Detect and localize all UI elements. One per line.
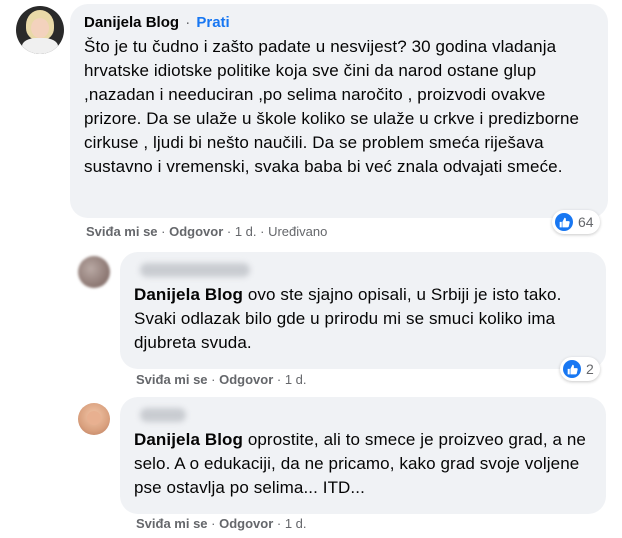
- blurred-author-name: [140, 408, 186, 422]
- main-comment-reactions[interactable]: 64: [552, 210, 600, 234]
- reaction-count: 64: [578, 214, 594, 230]
- like-action[interactable]: Sviđa mi se: [86, 224, 158, 239]
- avatar-face: [87, 411, 101, 425]
- reply-text: Danijela Blog ovo ste sjajno opisali, u …: [134, 283, 592, 355]
- main-comment-bubble: Danijela Blog · Prati Što je tu čudno i …: [70, 4, 608, 218]
- avatar-body: [22, 38, 58, 54]
- like-thumb-icon: [563, 360, 581, 378]
- reply-avatar[interactable]: [78, 256, 110, 288]
- reply-action[interactable]: Odgovor: [219, 516, 273, 531]
- main-comment-text: Što je tu čudno i zašto padate u nesvije…: [84, 37, 580, 176]
- meta-separator: ·: [207, 516, 220, 531]
- blurred-author-name: [140, 263, 250, 277]
- reply-bubble: Danijela Blog oprostite, ali to smece je…: [120, 397, 606, 514]
- main-comment-header: Danijela Blog · Prati: [84, 13, 594, 35]
- meta-separator: ·: [223, 224, 235, 239]
- comment-time[interactable]: 1 d.: [235, 224, 257, 239]
- reply-actions: Sviđa mi se · Odgovor · 1 d.: [136, 516, 307, 531]
- header-separator: ·: [185, 14, 191, 31]
- reply-bubble: Danijela Blog ovo ste sjajno opisali, u …: [120, 252, 606, 369]
- meta-separator: ·: [256, 224, 269, 239]
- meta-separator: ·: [273, 516, 285, 531]
- reply-reactions[interactable]: 2: [560, 357, 600, 381]
- main-comment-actions: Sviđa mi se · Odgovor · 1 d. · Uređivano: [86, 224, 327, 239]
- meta-separator: ·: [207, 372, 220, 387]
- like-action[interactable]: Sviđa mi se: [136, 372, 208, 387]
- reply-actions: Sviđa mi se · Odgovor · 1 d.: [136, 372, 307, 387]
- follow-button[interactable]: Prati: [196, 14, 229, 31]
- reply-avatar[interactable]: [78, 403, 110, 435]
- comment-time[interactable]: 1 d.: [285, 372, 307, 387]
- comment-time[interactable]: 1 d.: [285, 516, 307, 531]
- author-avatar[interactable]: [16, 6, 64, 54]
- author-name[interactable]: Danijela Blog: [84, 14, 179, 31]
- like-action[interactable]: Sviđa mi se: [136, 516, 208, 531]
- meta-separator: ·: [273, 372, 285, 387]
- like-thumb-icon: [555, 213, 573, 231]
- reaction-count: 2: [586, 361, 594, 377]
- mention-tag[interactable]: Danijela Blog: [134, 430, 243, 449]
- meta-separator: ·: [157, 224, 170, 239]
- reply-text: Danijela Blog oprostite, ali to smece je…: [134, 428, 592, 500]
- reply-action[interactable]: Odgovor: [219, 372, 273, 387]
- avatar-face: [31, 18, 49, 38]
- edited-label[interactable]: Uređivano: [268, 224, 327, 239]
- reply-action[interactable]: Odgovor: [169, 224, 223, 239]
- mention-tag[interactable]: Danijela Blog: [134, 285, 243, 304]
